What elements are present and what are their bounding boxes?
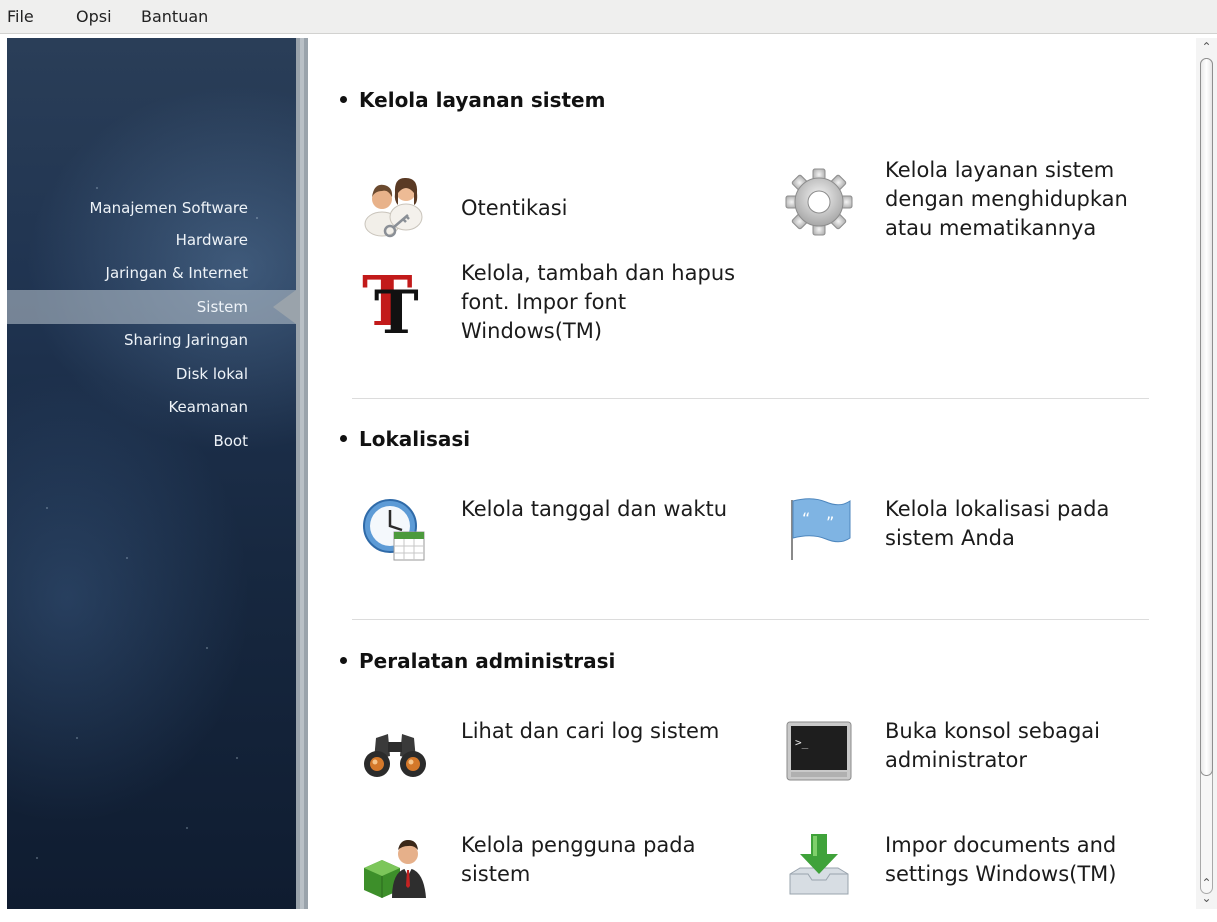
item-font[interactable]: T T Kelola, tambah dan hapus font. Impor… bbox=[348, 259, 738, 351]
menu-file[interactable]: File bbox=[7, 7, 34, 26]
item-pengguna[interactable]: Kelola pengguna pada sistem bbox=[348, 830, 738, 922]
sidebar-item-sharing-jaringan[interactable]: Sharing Jaringan bbox=[7, 331, 248, 349]
item-lokalisasi[interactable]: “ ” Kelola lokalisasi pada sistem Anda bbox=[772, 494, 1162, 586]
scroll-up-small-icon[interactable]: ⌃ bbox=[1199, 876, 1214, 890]
svg-text:T: T bbox=[374, 278, 419, 335]
item-tanggal-waktu-label: Kelola tanggal dan waktu bbox=[461, 497, 728, 521]
item-konsol-label: Buka konsol sebagai administrator bbox=[885, 719, 1101, 772]
selection-arrow-icon bbox=[273, 290, 296, 324]
terminal-icon: >_ bbox=[786, 721, 852, 781]
vertical-scrollbar[interactable]: ⌃ ⌃ ⌄ bbox=[1196, 38, 1217, 909]
item-impor-windows-label: Impor documents and settings Windows(TM) bbox=[885, 833, 1117, 886]
svg-text:>_: >_ bbox=[795, 736, 809, 749]
item-otentikasi-label: Otentikasi bbox=[461, 196, 568, 220]
bullet-icon bbox=[340, 435, 347, 442]
item-log-sistem[interactable]: Lihat dan cari log sistem bbox=[348, 716, 738, 808]
sidebar-item-jaringan-internet[interactable]: Jaringan & Internet bbox=[7, 264, 248, 282]
item-layanan-sistem-label: Kelola layanan sistem dengan menghidupka… bbox=[885, 158, 1128, 240]
section-title-lokalisasi: Lokalisasi bbox=[340, 427, 470, 451]
binoculars-icon bbox=[364, 734, 426, 777]
font-icon: T T bbox=[362, 265, 419, 335]
clock-calendar-icon bbox=[363, 499, 425, 561]
section-divider bbox=[352, 398, 1149, 399]
item-konsol[interactable]: >_ Buka konsol sebagai administrator bbox=[772, 716, 1162, 808]
section-title-layanan: Kelola layanan sistem bbox=[340, 88, 605, 112]
sidebar-item-sistem[interactable]: Sistem bbox=[7, 298, 248, 316]
scroll-up-icon[interactable]: ⌃ bbox=[1199, 40, 1214, 54]
users-key-icon bbox=[364, 177, 423, 238]
sidebar-item-boot[interactable]: Boot bbox=[7, 432, 248, 450]
section-divider bbox=[352, 619, 1149, 620]
item-otentikasi[interactable]: Otentikasi bbox=[348, 169, 738, 261]
item-tanggal-waktu[interactable]: Kelola tanggal dan waktu bbox=[348, 494, 738, 586]
user-manage-icon bbox=[364, 840, 426, 898]
item-log-sistem-label: Lihat dan cari log sistem bbox=[461, 719, 720, 743]
bullet-icon bbox=[340, 657, 347, 664]
menu-bantuan[interactable]: Bantuan bbox=[141, 7, 208, 26]
menu-bar: File Opsi Bantuan bbox=[0, 0, 1217, 34]
flag-icon: “ ” bbox=[791, 498, 851, 560]
scroll-down-icon[interactable]: ⌄ bbox=[1199, 891, 1214, 905]
item-impor-windows[interactable]: Impor documents and settings Windows(TM) bbox=[772, 830, 1162, 922]
gear-icon bbox=[785, 168, 853, 236]
download-tray-icon bbox=[789, 834, 849, 895]
item-layanan-sistem[interactable]: Kelola layanan sistem dengan menghidupka… bbox=[772, 156, 1162, 248]
svg-text:”: ” bbox=[826, 513, 834, 532]
sidebar-item-disk-lokal[interactable]: Disk lokal bbox=[7, 365, 248, 383]
sidebar-item-manajemen-software[interactable]: Manajemen Software bbox=[7, 199, 248, 217]
item-lokalisasi-label: Kelola lokalisasi pada sistem Anda bbox=[885, 497, 1110, 550]
item-pengguna-label: Kelola pengguna pada sistem bbox=[461, 833, 696, 886]
main-content: Kelola layanan sistem Otentikasi Kelola … bbox=[308, 38, 1196, 909]
sidebar-item-keamanan[interactable]: Keamanan bbox=[7, 398, 248, 416]
item-font-label: Kelola, tambah dan hapus font. Impor fon… bbox=[461, 261, 736, 343]
scroll-thumb[interactable] bbox=[1200, 58, 1213, 776]
menu-opsi[interactable]: Opsi bbox=[76, 7, 112, 26]
sidebar-item-hardware[interactable]: Hardware bbox=[7, 231, 248, 249]
sidebar-divider-highlight bbox=[300, 38, 304, 909]
bullet-icon bbox=[340, 96, 347, 103]
section-title-peralatan: Peralatan administrasi bbox=[340, 649, 615, 673]
svg-text:“: “ bbox=[802, 509, 810, 528]
sidebar: Manajemen Software Hardware Jaringan & I… bbox=[7, 38, 296, 909]
